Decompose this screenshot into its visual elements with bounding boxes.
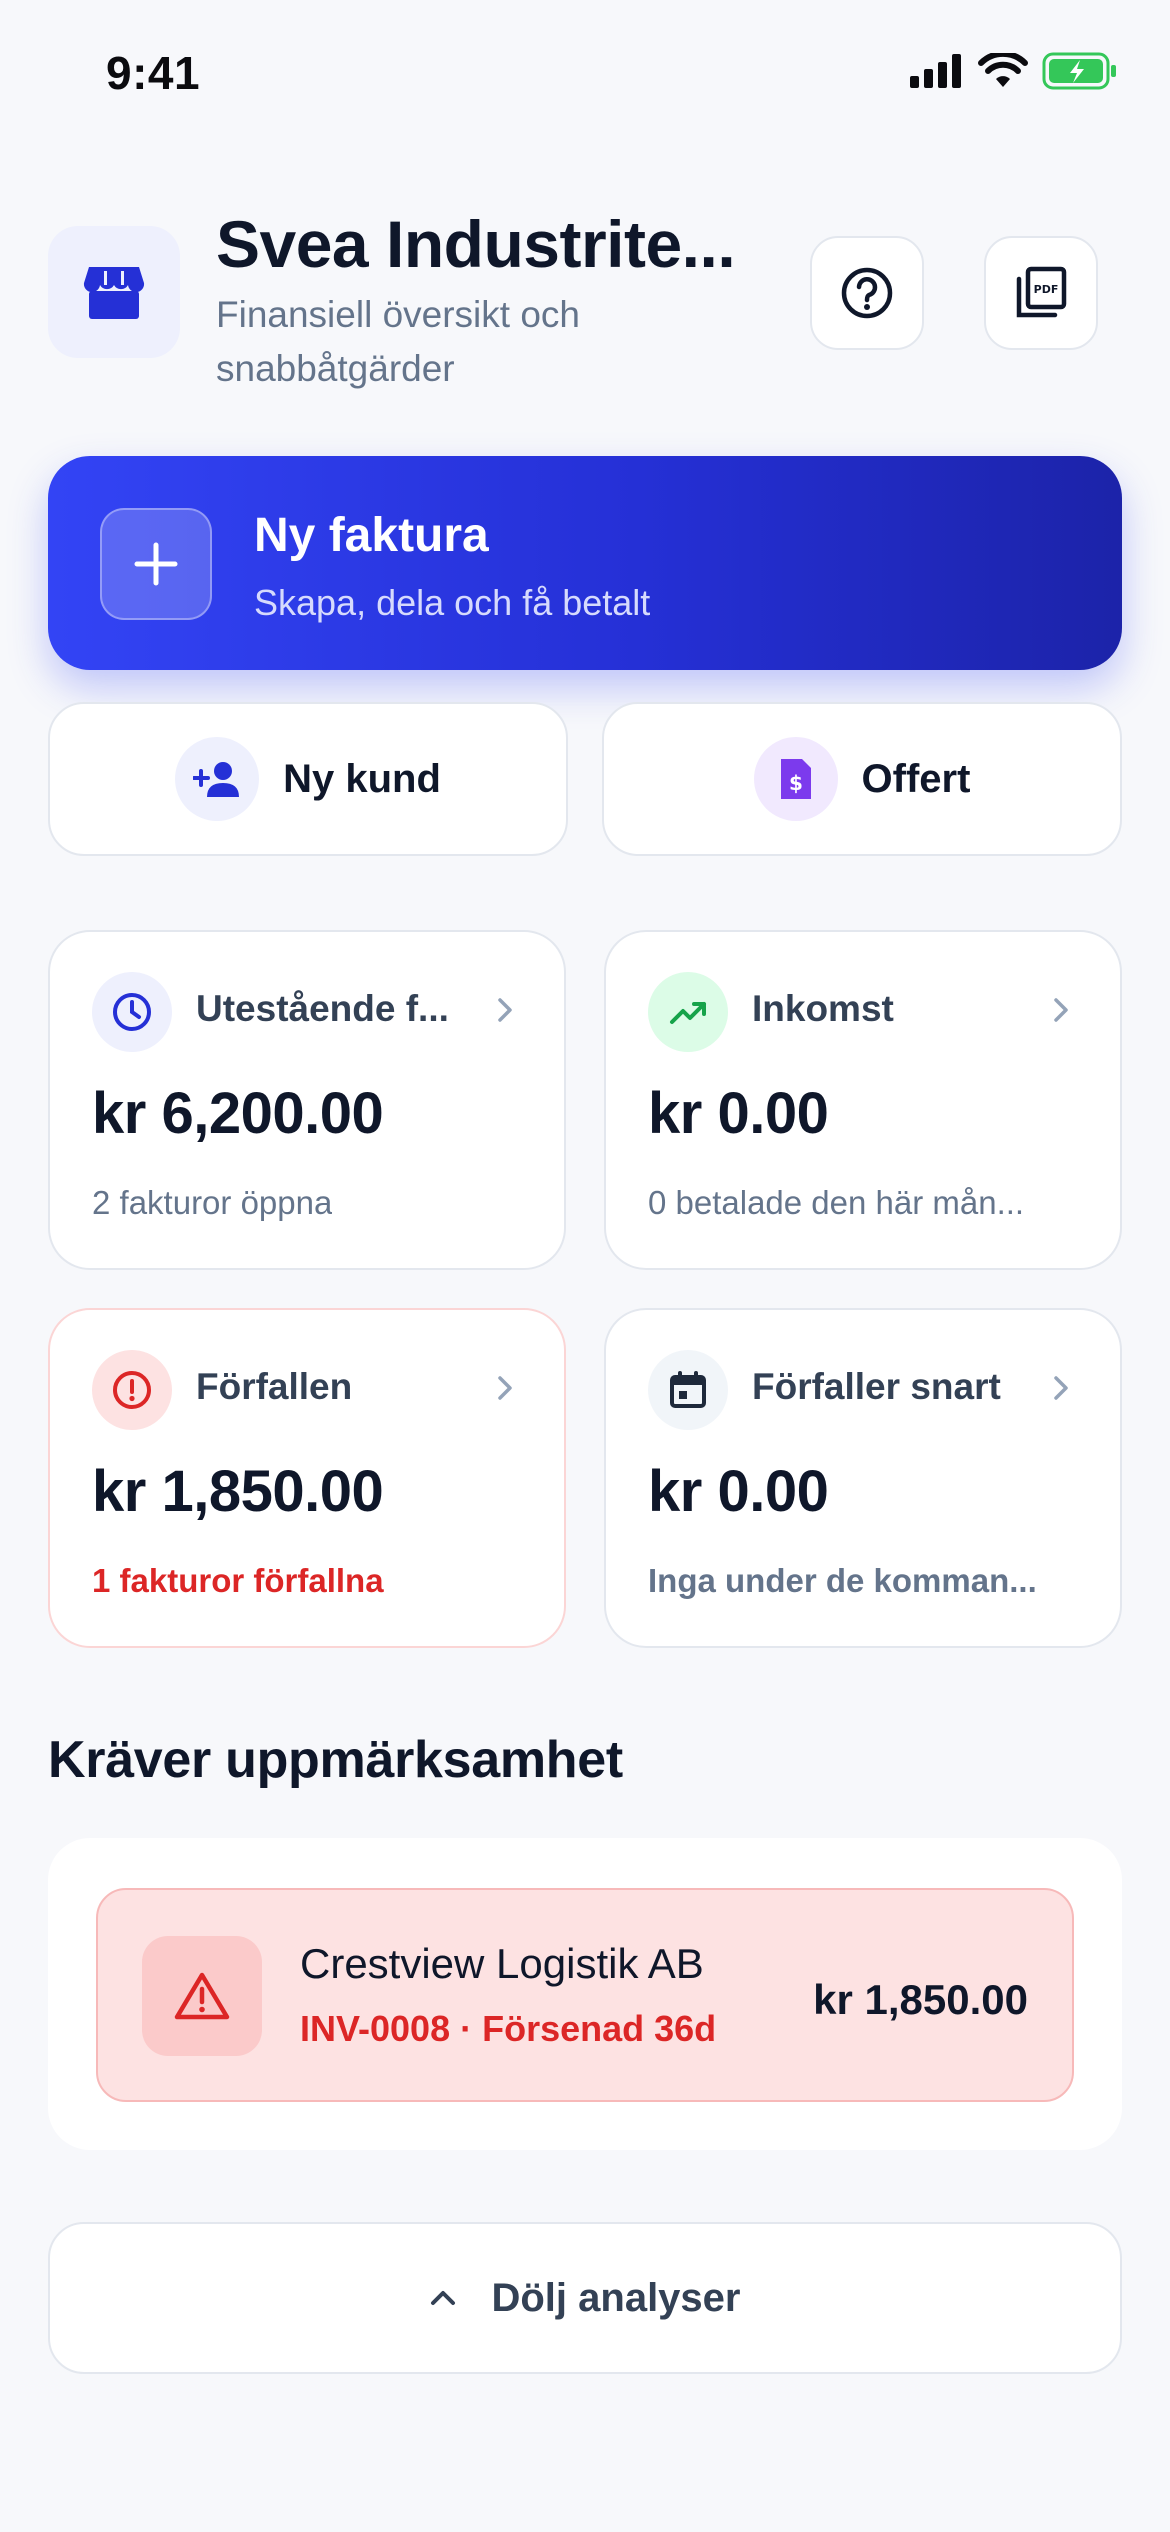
stat-card-due-soon[interactable]: Förfaller snart kr 0.00 Inga under de ko… xyxy=(604,1308,1122,1648)
stat-label: Förfaller snart xyxy=(752,1366,1001,1407)
stat-note: 2 fakturor öppna xyxy=(92,1184,333,1221)
chevron-right-icon xyxy=(498,1376,512,1400)
stat-label: Inkomst xyxy=(752,988,894,1029)
stat-value: kr 1,850.00 xyxy=(92,1459,384,1524)
store-icon xyxy=(83,267,145,319)
stat-note: 1 fakturor förfallna xyxy=(92,1562,384,1599)
svg-text:$: $ xyxy=(789,771,803,795)
calendar-icon xyxy=(648,1350,728,1430)
hide-analytics-button[interactable]: Dölj analyser xyxy=(48,2222,1122,2374)
new-invoice-title: Ny faktura xyxy=(254,509,489,562)
wifi-icon xyxy=(978,53,1028,87)
battery-charging-icon xyxy=(1042,52,1116,90)
stat-card-overdue[interactable]: Förfallen kr 1,850.00 1 fakturor förfall… xyxy=(48,1308,566,1648)
warning-triangle-icon xyxy=(142,1936,262,2056)
alert-circle-icon xyxy=(92,1350,172,1430)
hide-analytics-label: Dölj analyser xyxy=(491,2275,741,2320)
new-customer-button[interactable]: Ny kund xyxy=(48,702,568,856)
stat-label: Förfallen xyxy=(196,1366,353,1407)
pdf-icon: PDF xyxy=(1016,266,1067,318)
new-invoice-button[interactable]: Ny faktura Skapa, dela och få betalt xyxy=(48,456,1122,670)
stat-value: kr 6,200.00 xyxy=(92,1081,384,1146)
status-time: 9:41 xyxy=(106,47,201,99)
pdf-export-button[interactable]: PDF xyxy=(984,236,1098,350)
trending-up-icon xyxy=(648,972,728,1052)
new-customer-label: Ny kund xyxy=(283,756,441,801)
help-circle-icon xyxy=(841,267,893,319)
stat-card-outstanding[interactable]: Utestående f... kr 6,200.00 2 fakturor ö… xyxy=(48,930,566,1270)
status-icons xyxy=(910,52,1118,90)
dollar-document-icon: $ xyxy=(753,737,838,821)
stat-note: 0 betalade den här mån... xyxy=(648,1184,1025,1221)
clock-icon xyxy=(92,972,172,1052)
stat-note: Inga under de komman... xyxy=(648,1562,1037,1599)
new-invoice-subtitle: Skapa, dela och få betalt xyxy=(254,582,651,623)
header: Svea Industrite... Finansiell översikt o… xyxy=(48,206,1122,396)
page-title: Svea Industrite... xyxy=(216,207,736,281)
overdue-invoice-row[interactable]: Crestview Logistik AB INV-0008 · Försena… xyxy=(96,1888,1074,2102)
customer-name: Crestview Logistik AB xyxy=(300,1940,704,1987)
chevron-right-icon xyxy=(1054,998,1068,1022)
svg-text:PDF: PDF xyxy=(1034,283,1059,296)
quote-button[interactable]: $ Offert xyxy=(602,702,1122,856)
page-subtitle: Finansiell översikt och snabbåtgärder xyxy=(216,294,580,389)
invoice-amount: kr 1,850.00 xyxy=(813,1976,1028,2023)
store-logo xyxy=(48,226,180,358)
attention-panel: Crestview Logistik AB INV-0008 · Försena… xyxy=(48,1838,1122,2150)
quote-label: Offert xyxy=(861,756,971,801)
chevron-right-icon xyxy=(1054,1376,1068,1400)
status-bar: 9:41 xyxy=(0,0,1170,150)
person-add-icon xyxy=(175,737,260,821)
stat-value: kr 0.00 xyxy=(648,1081,829,1146)
section-title-attention: Kräver uppmärksamhet xyxy=(48,1731,623,1789)
chevron-right-icon xyxy=(498,998,512,1022)
stat-value: kr 0.00 xyxy=(648,1459,829,1524)
invoice-meta: INV-0008 · Försenad 36d xyxy=(300,2008,717,2049)
stat-card-income[interactable]: Inkomst kr 0.00 0 betalade den här mån..… xyxy=(604,930,1122,1270)
help-button[interactable] xyxy=(810,236,924,350)
signal-icon xyxy=(910,54,961,88)
plus-icon xyxy=(100,508,212,620)
chevron-up-icon xyxy=(431,2291,456,2305)
stat-label: Utestående f... xyxy=(196,988,449,1029)
